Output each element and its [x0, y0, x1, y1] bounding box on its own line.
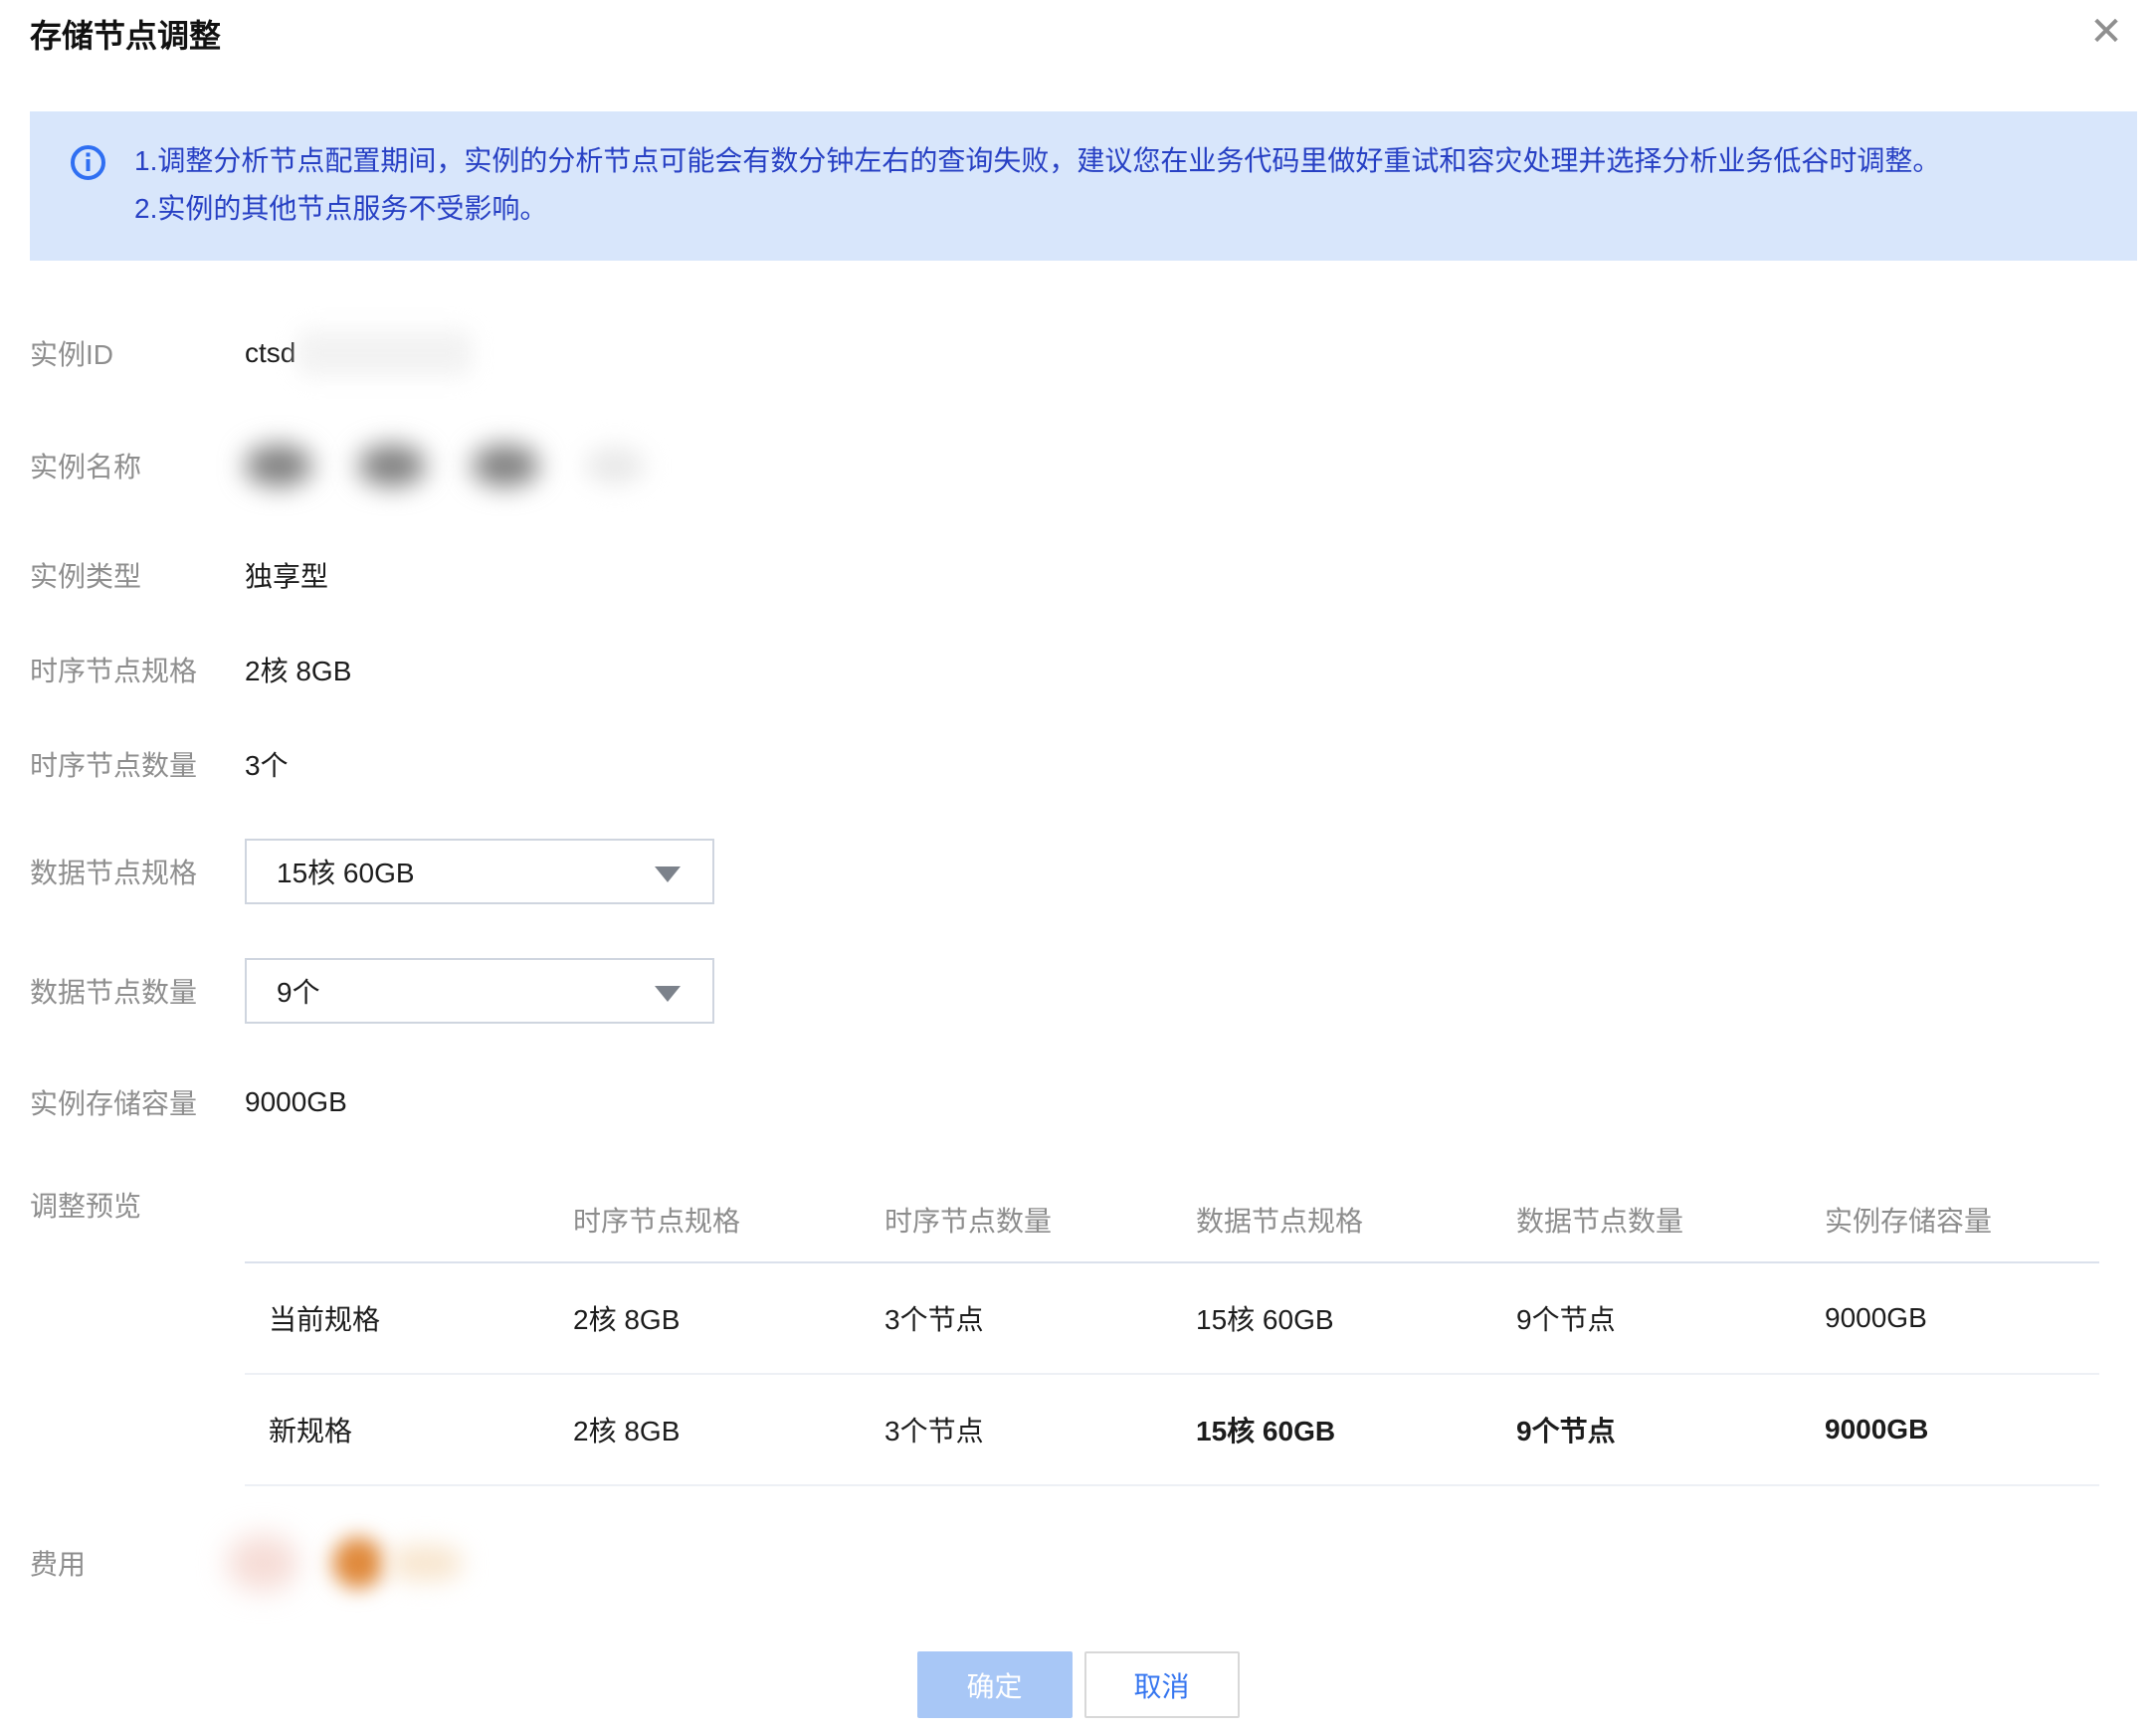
confirm-button[interactable]: 确定: [917, 1651, 1073, 1718]
cell-data-count: 9个节点: [1516, 1298, 1825, 1338]
data-node-spec-selected: 15核 60GB: [277, 852, 415, 891]
info-banner: 1.调整分析节点配置期间，实例的分析节点可能会有数分钟左右的查询失败，建议您在业…: [30, 111, 2137, 261]
adjust-preview-label: 调整预览: [30, 1177, 245, 1225]
redacted-blob: [245, 445, 312, 486]
preview-table: 时序节点规格 时序节点数量 数据节点规格 数据节点数量 实例存储容量 当前规格 …: [245, 1177, 2099, 1486]
storage-capacity-label: 实例存储容量: [30, 1082, 245, 1122]
redacted-blob-pink: [227, 1535, 298, 1591]
table-row-new: 新规格 2核 8GB 3个节点 15核 60GB 9个节点 9000GB: [245, 1375, 2099, 1486]
cell-storage: 9000GB: [1825, 1414, 2099, 1445]
row-storage-capacity: 实例存储容量 9000GB: [30, 1082, 2156, 1122]
row-name: 新规格: [245, 1410, 573, 1449]
redacted-blob-faint: [585, 447, 645, 484]
chevron-down-icon: [655, 986, 681, 1002]
row-name: 当前规格: [245, 1298, 573, 1338]
data-node-count-label: 数据节点数量: [30, 971, 245, 1011]
cell-data-spec: 15核 60GB: [1196, 1298, 1516, 1338]
row-ts-node-count: 时序节点数量 3个: [30, 744, 2156, 784]
header-storage-capacity: 实例存储容量: [1825, 1200, 2099, 1240]
table-row-current: 当前规格 2核 8GB 3个节点 15核 60GB 9个节点 9000GB: [245, 1263, 2099, 1375]
fee-redacted: [245, 1524, 462, 1602]
cell-ts-spec: 2核 8GB: [573, 1410, 884, 1449]
cell-ts-count: 3个节点: [884, 1410, 1196, 1449]
instance-type-label: 实例类型: [30, 555, 245, 595]
banner-text: 1.调整分析节点配置期间，实例的分析节点可能会有数分钟左右的查询失败，建议您在业…: [134, 137, 1940, 233]
banner-line-1: 1.调整分析节点配置期间，实例的分析节点可能会有数分钟左右的查询失败，建议您在业…: [134, 137, 1940, 185]
cell-ts-count: 3个节点: [884, 1298, 1196, 1338]
cancel-button[interactable]: 取消: [1084, 1651, 1240, 1718]
row-ts-node-spec: 时序节点规格 2核 8GB: [30, 650, 2156, 689]
info-icon: [70, 144, 106, 181]
ts-node-spec-value: 2核 8GB: [245, 650, 351, 689]
row-instance-type: 实例类型 独享型: [30, 555, 2156, 595]
instance-id-label: 实例ID: [30, 333, 245, 373]
row-data-node-count: 数据节点数量 9个: [30, 958, 2156, 1024]
row-data-node-spec: 数据节点规格 15核 60GB: [30, 839, 2156, 904]
cell-data-spec: 15核 60GB: [1196, 1410, 1516, 1449]
header-ts-node-count: 时序节点数量: [884, 1200, 1196, 1240]
row-fee: 费用: [30, 1524, 2156, 1602]
cell-storage: 9000GB: [1825, 1302, 2099, 1334]
header-data-node-count: 数据节点数量: [1516, 1200, 1825, 1240]
storage-capacity-value: 9000GB: [245, 1086, 347, 1118]
ts-node-count-label: 时序节点数量: [30, 744, 245, 784]
redacted-blob: [358, 445, 426, 486]
redacted-blob-tail: [390, 1545, 462, 1581]
dialog-title: 存储节点调整: [30, 14, 2126, 58]
chevron-down-icon: [655, 866, 681, 882]
data-node-spec-select[interactable]: 15核 60GB: [245, 839, 714, 904]
redacted-blob-orange: [332, 1537, 384, 1589]
instance-id-text: ctsd: [245, 337, 295, 369]
header-ts-node-spec: 时序节点规格: [573, 1200, 884, 1240]
header-data-node-spec: 数据节点规格: [1196, 1200, 1516, 1240]
cell-ts-spec: 2核 8GB: [573, 1298, 884, 1338]
preview-table-header: 时序节点规格 时序节点数量 数据节点规格 数据节点数量 实例存储容量: [245, 1177, 2099, 1263]
banner-line-2: 2.实例的其他节点服务不受影响。: [134, 185, 1940, 233]
instance-type-value: 独享型: [245, 555, 328, 595]
close-icon[interactable]: ✕: [2080, 6, 2132, 58]
dialog-form: 实例ID ctsd 实例名称 实例类型 独享型 时序节点规格 2核 8GB 时: [0, 330, 2156, 1602]
dialog-header: 存储节点调整 ✕: [0, 0, 2156, 58]
dialog-footer: 确定 取消: [0, 1651, 2156, 1718]
cell-data-count: 9个节点: [1516, 1410, 1825, 1449]
instance-name-label: 实例名称: [30, 446, 245, 485]
data-node-spec-label: 数据节点规格: [30, 852, 245, 891]
ts-node-count-value: 3个: [245, 744, 289, 784]
instance-id-value: ctsd: [245, 330, 472, 376]
ts-node-spec-label: 时序节点规格: [30, 650, 245, 689]
instance-id-redacted: [297, 330, 472, 376]
row-instance-id: 实例ID ctsd: [30, 330, 2156, 376]
fee-label: 费用: [30, 1543, 245, 1583]
data-node-count-selected: 9个: [277, 971, 320, 1011]
row-adjust-preview: 调整预览 时序节点规格 时序节点数量 数据节点规格 数据节点数量 实例存储容量 …: [30, 1177, 2156, 1486]
redacted-blob: [472, 445, 539, 486]
data-node-count-select[interactable]: 9个: [245, 958, 714, 1024]
storage-node-adjust-dialog: 存储节点调整 ✕ 1.调整分析节点配置期间，实例的分析节点可能会有数分钟左右的查…: [0, 0, 2156, 1731]
instance-name-redacted: [245, 431, 645, 500]
row-instance-name: 实例名称: [30, 431, 2156, 500]
